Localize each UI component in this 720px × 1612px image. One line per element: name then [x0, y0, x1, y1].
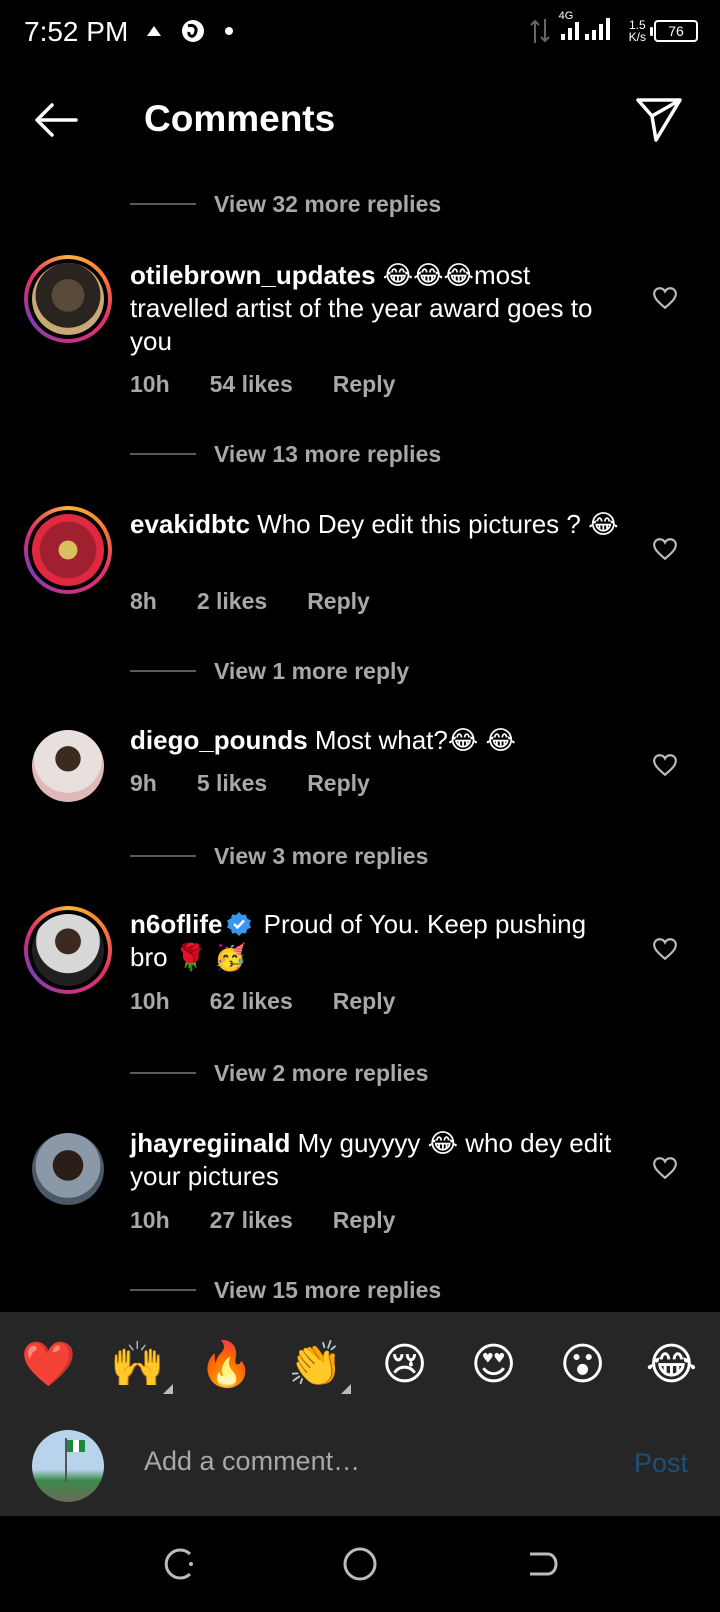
avatar[interactable]: [32, 730, 104, 802]
comment-likes[interactable]: 2 likes: [197, 588, 267, 615]
comment-username[interactable]: jhayregiinald: [130, 1128, 290, 1158]
view-more-replies[interactable]: View 15 more replies: [130, 1273, 441, 1307]
system-nav-bar: [0, 1516, 720, 1612]
verified-badge-icon: [227, 912, 252, 936]
reply-button[interactable]: Reply: [333, 988, 396, 1015]
skin-tone-indicator: [340, 1384, 351, 1394]
flag-icon: [65, 1438, 85, 1482]
like-heart-icon[interactable]: [652, 936, 678, 962]
comment-username[interactable]: diego_pounds: [130, 725, 308, 755]
comment-likes[interactable]: 27 likes: [210, 1207, 293, 1234]
like-heart-icon[interactable]: [652, 536, 678, 562]
skin-tone-indicator: [162, 1384, 173, 1394]
like-heart-icon[interactable]: [652, 1155, 678, 1181]
reply-button[interactable]: Reply: [307, 588, 370, 615]
post-button[interactable]: Post: [634, 1448, 688, 1479]
comment-likes[interactable]: 5 likes: [197, 770, 267, 797]
avatar[interactable]: [24, 506, 112, 594]
comment-username[interactable]: evakidbtc: [130, 509, 250, 539]
reaction-surprised[interactable]: 😮: [548, 1339, 618, 1390]
comment-likes[interactable]: 54 likes: [210, 371, 293, 398]
reaction-heart-eyes[interactable]: 😍: [459, 1339, 529, 1390]
comment-time: 8h: [130, 588, 157, 614]
comment-composer: Add a comment… Post: [0, 1416, 720, 1516]
comment-text: Who Dey edit this pictures ? 😂: [249, 509, 619, 539]
comment-time: 9h: [130, 770, 157, 796]
back-arrow-icon[interactable]: [30, 94, 82, 146]
comment-text: Most what?😂 😂: [307, 725, 516, 755]
comment-input[interactable]: Add a comment…: [144, 1446, 360, 1477]
avatar[interactable]: [32, 1133, 104, 1205]
view-more-replies[interactable]: View 1 more reply: [130, 654, 409, 688]
comment-time: 10h: [130, 988, 170, 1014]
app-notification-icon: [182, 20, 204, 42]
comment-username[interactable]: n6oflife: [130, 909, 222, 939]
view-more-replies[interactable]: View 2 more replies: [130, 1056, 428, 1090]
avatar[interactable]: [24, 906, 112, 994]
reaction-heart[interactable]: ❤️: [14, 1338, 84, 1390]
net-speed: 1.5 K/s: [628, 17, 646, 44]
my-avatar: [32, 1430, 104, 1502]
home-icon[interactable]: [340, 1544, 380, 1584]
page-title: Comments: [144, 98, 336, 139]
reaction-raised-hands[interactable]: 🙌: [103, 1338, 173, 1394]
status-bar: 7:52 PM 4G 1.5 K/s 76: [0, 0, 720, 66]
like-heart-icon[interactable]: [652, 285, 678, 311]
status-time: 7:52 PM: [24, 16, 129, 47]
view-more-replies[interactable]: View 13 more replies: [130, 437, 441, 471]
like-heart-icon[interactable]: [652, 752, 678, 778]
network-type: 4G: [558, 10, 574, 22]
dot-icon: [225, 27, 233, 35]
back-nav-icon[interactable]: [520, 1544, 560, 1584]
header: Comments: [0, 66, 720, 176]
recent-apps-icon[interactable]: [160, 1544, 200, 1584]
comment-likes[interactable]: 62 likes: [210, 988, 293, 1015]
comment-time: 10h: [130, 1207, 170, 1233]
battery-indicator: 76: [650, 19, 698, 42]
view-more-replies[interactable]: View 32 more replies: [130, 187, 441, 221]
data-arrows-icon: [529, 18, 550, 43]
avatar[interactable]: [24, 255, 112, 343]
comment-time: 10h: [130, 371, 170, 397]
reply-button[interactable]: Reply: [333, 371, 396, 398]
reply-button[interactable]: Reply: [333, 1207, 396, 1234]
notification-icon: [147, 26, 161, 36]
reaction-crying[interactable]: 😢: [370, 1339, 440, 1390]
reply-button[interactable]: Reply: [307, 770, 370, 797]
reaction-laughing[interactable]: 😂: [637, 1339, 707, 1390]
share-send-icon[interactable]: [634, 94, 684, 144]
quick-reactions-bar: ❤️ 🙌 🔥 👏 😢 😍 😮 😂: [0, 1312, 720, 1416]
comment-username[interactable]: otilebrown_updates: [130, 260, 376, 290]
view-more-replies[interactable]: View 3 more replies: [130, 839, 428, 873]
reaction-fire[interactable]: 🔥: [192, 1338, 262, 1390]
reaction-clap[interactable]: 👏: [281, 1338, 351, 1394]
